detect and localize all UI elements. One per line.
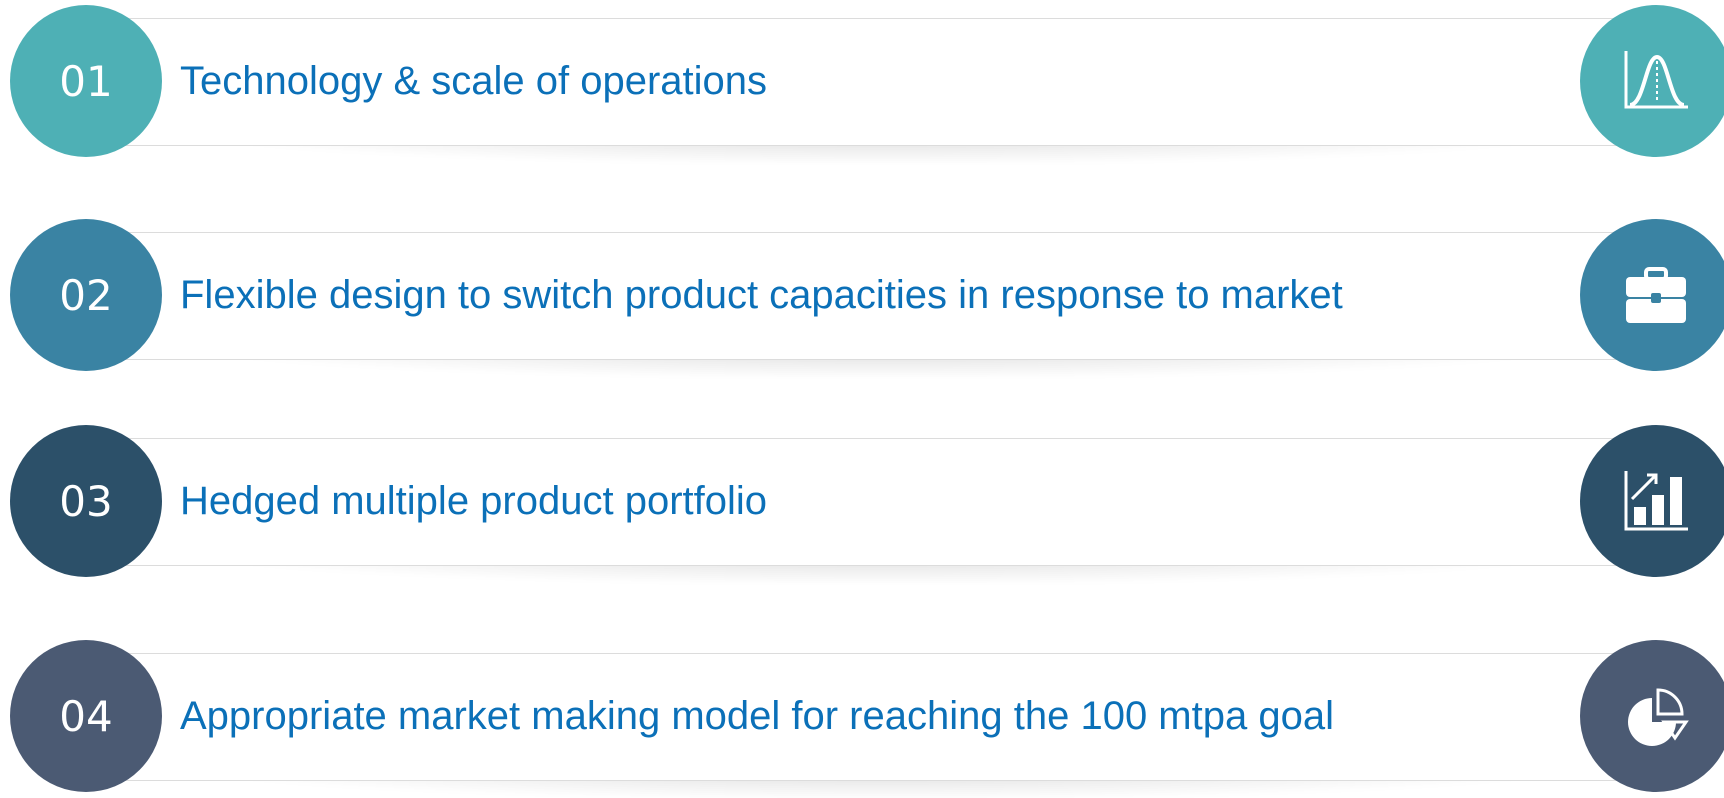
icon-badge [1580, 5, 1724, 157]
list-item-4: 04 Appropriate market making model for r… [0, 640, 1724, 798]
list-item-1: 01 Technology & scale of operations [0, 5, 1724, 163]
item-label: Flexible design to switch product capaci… [180, 272, 1343, 317]
number-text: 03 [59, 476, 113, 526]
number-badge: 01 [10, 5, 162, 157]
pie-chart-icon [1628, 688, 1689, 746]
icon-badge [1580, 219, 1724, 371]
icon-badge [1580, 425, 1724, 577]
number-text: 01 [59, 56, 113, 106]
briefcase-icon [1626, 267, 1686, 323]
list-item-3: 03 Hedged multiple product portfolio [0, 425, 1724, 583]
icon-badge [1580, 640, 1724, 792]
number-text: 04 [59, 691, 113, 741]
item-label: Hedged multiple product portfolio [180, 478, 768, 523]
list-item-2: 02 Flexible design to switch product cap… [0, 219, 1724, 377]
item-label: Technology & scale of operations [180, 58, 768, 103]
bar-chart-growth-icon [1624, 471, 1688, 531]
item-label: Appropriate market making model for reac… [180, 693, 1334, 738]
bell-curve-chart-icon [1624, 51, 1688, 109]
number-text: 02 [59, 270, 113, 320]
number-badge: 02 [10, 219, 162, 371]
number-badge: 04 [10, 640, 162, 792]
number-badge: 03 [10, 425, 162, 577]
